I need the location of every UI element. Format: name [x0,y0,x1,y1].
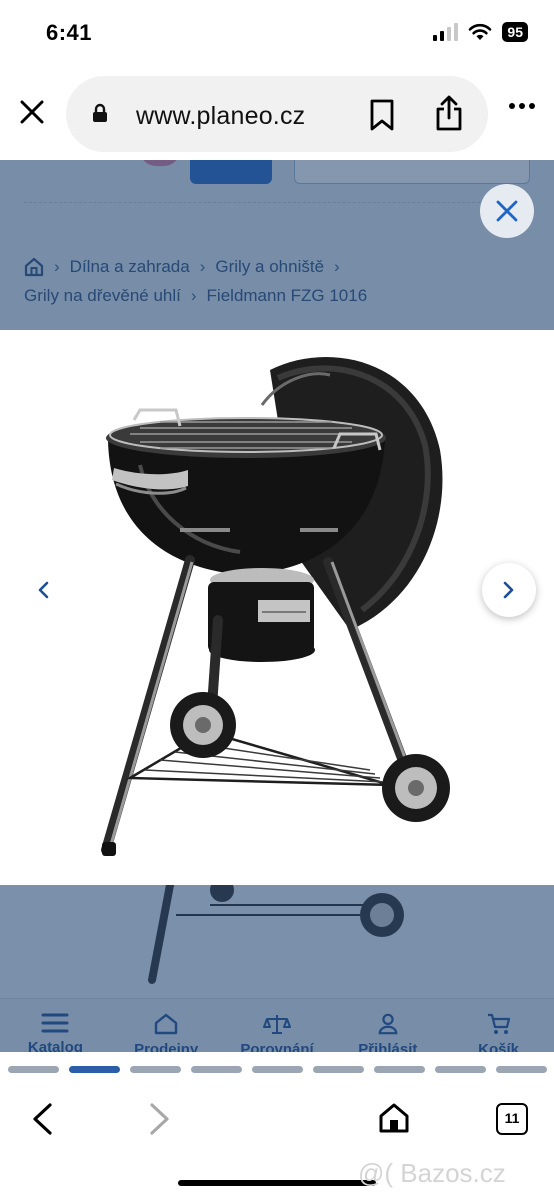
gallery-prev-button[interactable] [16,563,70,617]
chevron-right-icon: › [334,257,340,276]
nav-label: Porovnání [240,1041,314,1052]
nav-prihlasit[interactable]: Přihlásit [332,999,443,1052]
nav-kosik[interactable]: Košík [443,999,554,1052]
status-icons: 95 [433,22,528,42]
nav-label: Katalog [27,1039,83,1052]
user-icon [378,1013,398,1035]
chevron-right-icon [503,581,514,599]
breadcrumb-link[interactable]: Dílna a zahrada [70,252,190,281]
tab-indicator[interactable] [190,1065,242,1073]
tab-overview-strip [0,1052,554,1086]
tab-indicator[interactable] [251,1065,303,1073]
url-text: www.planeo.cz [136,102,306,130]
nav-label: Prodejny [134,1041,199,1052]
tab-indicator[interactable] [129,1065,181,1073]
nav-label: Přihlásit [358,1041,418,1052]
header-button[interactable] [190,160,272,184]
tab-indicator[interactable] [312,1065,364,1073]
web-page: › Dílna a zahrada › Grily a ohniště › Gr… [0,160,554,1052]
close-icon [496,200,518,222]
tab-indicator[interactable] [495,1065,547,1073]
chevron-right-icon: › [54,257,60,276]
chevron-right-icon: › [190,286,197,305]
lock-icon [93,103,107,122]
header-search-field[interactable] [294,160,530,184]
logo-fragment [140,160,180,166]
tabs-button[interactable]: 11 [496,1103,528,1135]
tab-indicator[interactable] [7,1065,59,1073]
breadcrumb-current: Fieldmann FZG 1016 [206,286,368,305]
wifi-icon [469,23,492,40]
nav-label: Košík [478,1041,520,1052]
home-indicator [178,1180,376,1186]
breadcrumb: › Dílna a zahrada › Grily a ohniště › Gr… [24,252,534,310]
forward-icon[interactable] [146,1102,174,1136]
product-image-gallery [0,330,554,885]
cellular-signal-icon [433,23,459,41]
menu-icon [41,1013,69,1033]
screen: 6:41 95 www.planeo.cz › Dílna a zahrada … [0,0,554,1200]
close-icon[interactable] [18,98,46,126]
chevron-right-icon: › [199,257,206,276]
url-field[interactable]: www.planeo.cz [66,76,488,152]
home-icon[interactable] [378,1102,410,1134]
gallery-next-button[interactable] [482,563,536,617]
home-icon[interactable] [24,257,44,277]
header-divider [24,202,530,203]
browser-toolbar: 11 @( Bazos.cz [0,1086,554,1200]
share-icon[interactable] [434,94,464,132]
browser-address-bar: www.planeo.cz [0,68,554,160]
tab-indicator[interactable] [373,1065,425,1073]
status-time: 6:41 [46,20,93,45]
watermark: @( Bazos.cz [358,1158,506,1188]
more-icon[interactable] [508,102,536,110]
tab-indicator[interactable] [68,1065,120,1073]
bookmark-icon[interactable] [368,98,396,132]
chevron-left-icon [38,581,49,599]
nav-porovnani[interactable]: Porovnání [222,999,333,1052]
breadcrumb-link[interactable]: Grily na dřevěné uhlí [24,281,181,310]
breadcrumb-link[interactable]: Grily a ohniště [215,252,324,281]
site-bottom-nav: Katalog Prodejny Porovnání Přihlásit Koš… [0,998,554,1052]
nav-katalog[interactable]: Katalog [0,999,111,1052]
nav-prodejny[interactable]: Prodejny [111,999,222,1052]
store-icon [154,1013,178,1035]
cart-icon [487,1013,510,1034]
tab-indicator[interactable] [434,1065,486,1073]
site-header: › Dílna a zahrada › Grily a ohniště › Gr… [0,160,554,330]
battery-indicator: 95 [502,22,528,42]
scale-icon [262,1015,291,1034]
grill-product-image [101,356,450,856]
close-gallery-button[interactable] [480,184,534,238]
back-icon[interactable] [28,1102,56,1136]
status-bar: 6:41 95 [0,0,554,68]
